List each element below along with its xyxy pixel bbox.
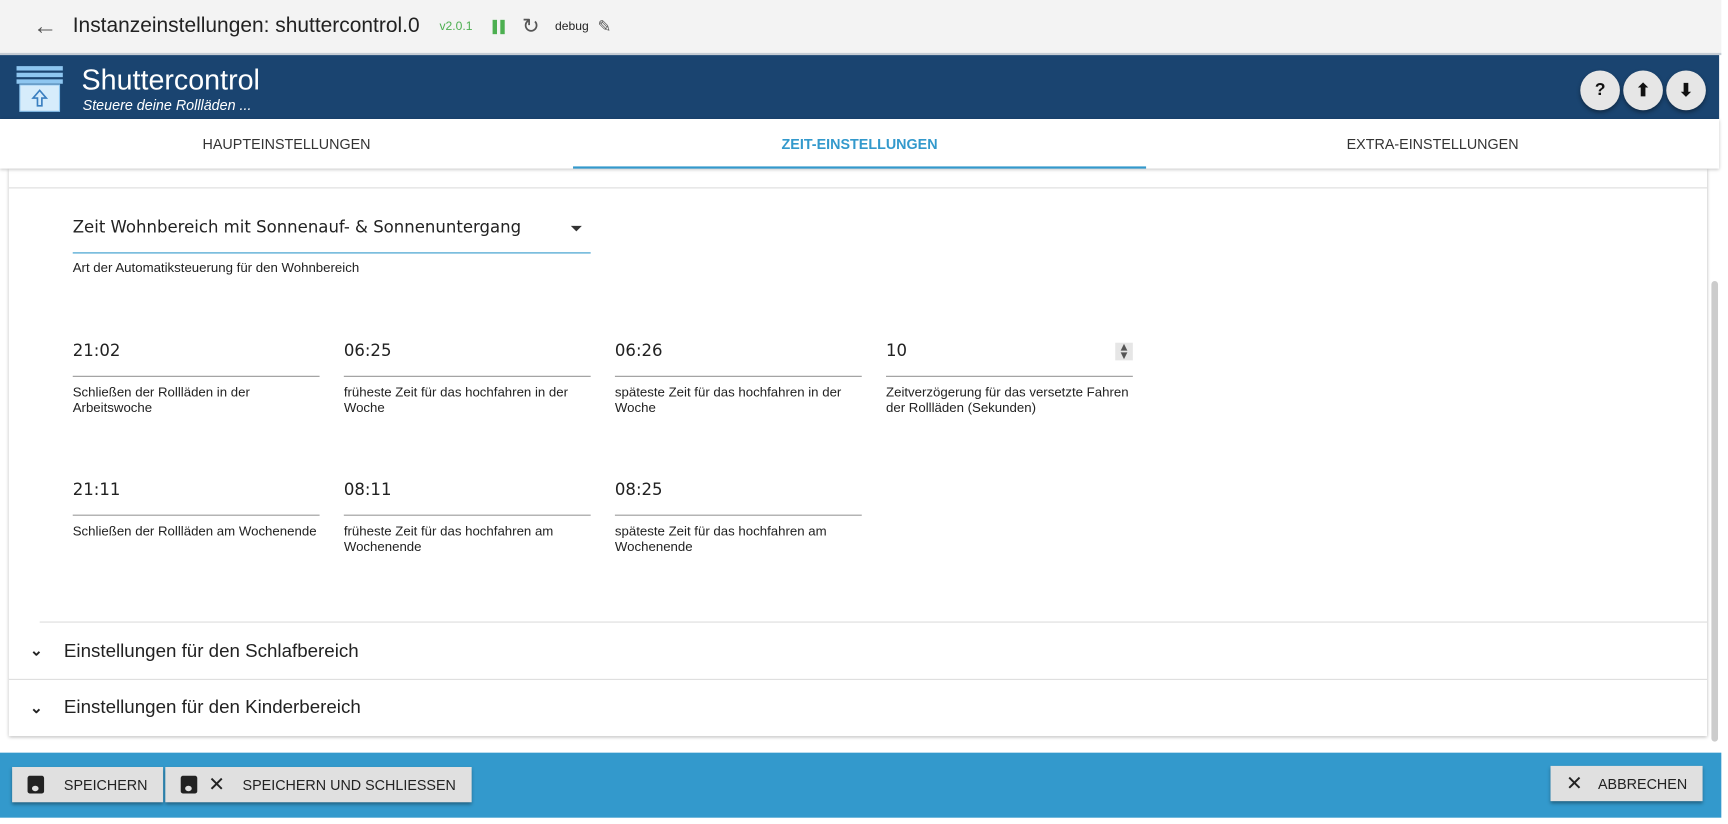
save-label: SPEICHERN xyxy=(63,776,148,793)
delay-seconds-help: Zeitverzögerung für das versetzte Fahren… xyxy=(886,384,1129,416)
adapter-header: Shuttercontrol Steuere deine Rollläden .… xyxy=(0,55,1720,120)
dropdown-caret-icon xyxy=(570,225,582,232)
download-button[interactable]: ⬇ xyxy=(1666,70,1706,111)
adapter-name: Shuttercontrol xyxy=(81,62,260,96)
living-mode-value: Zeit Wohnbereich mit Sonnenauf- & Sonnen… xyxy=(72,217,522,237)
close-weekend-input[interactable]: 21:11 xyxy=(72,479,320,516)
version-label: v2.0.1 xyxy=(439,19,473,34)
chevron-down-icon: ⌄ xyxy=(29,698,43,716)
section-kinderbereich[interactable]: ⌄ Einstellungen für den Kinderbereich xyxy=(8,678,1707,735)
close-icon: ✕ xyxy=(208,773,225,796)
close-weekend-help: Schließen der Rollläden am Wochenende xyxy=(72,523,317,539)
close-icon: ✕ xyxy=(1565,771,1583,794)
scrollbar[interactable] xyxy=(1711,281,1719,742)
save-disk-icon xyxy=(27,775,45,794)
field-value: 08:11 xyxy=(343,479,392,500)
instance-topbar: ← Instanzeinstellungen: shuttercontrol.0… xyxy=(0,0,1722,56)
save-and-close-button[interactable]: ✕ SPEICHERN UND SCHLIESSEN xyxy=(165,766,472,803)
section-label: Einstellungen für den Schlafbereich xyxy=(63,639,359,661)
shutter-logo-icon xyxy=(16,66,63,112)
save-close-label: SPEICHERN UND SCHLIESSEN xyxy=(242,776,456,793)
earliest-up-weekend-input[interactable]: 08:11 xyxy=(343,479,591,516)
log-level: debug xyxy=(555,19,589,34)
save-disk-icon xyxy=(180,775,198,794)
field-value: 21:02 xyxy=(72,340,121,361)
save-button[interactable]: SPEICHERN xyxy=(12,766,163,803)
settings-panel: Zeit Wohnbereich mit Sonnenauf- & Sonnen… xyxy=(8,168,1707,737)
tab-zeit-einstellungen[interactable]: ZEIT-EINSTELLUNGEN xyxy=(573,119,1147,169)
cancel-label: ABBRECHEN xyxy=(1598,775,1688,792)
latest-up-weekday-input[interactable]: 06:26 xyxy=(614,340,862,377)
upload-icon: ⬆ xyxy=(1635,81,1651,101)
field-value: 06:26 xyxy=(614,340,663,361)
download-icon: ⬇ xyxy=(1678,81,1694,101)
delay-seconds-input[interactable]: 10 ▲ ▼ xyxy=(886,341,1133,377)
edit-pencil-icon[interactable]: ✎ xyxy=(598,17,612,37)
latest-up-weekend-input[interactable]: 08:25 xyxy=(614,479,862,516)
footer-bar: SPEICHERN ✕ SPEICHERN UND SCHLIESSEN ✕ A… xyxy=(0,752,1722,818)
cancel-button[interactable]: ✕ ABBRECHEN xyxy=(1550,765,1703,802)
upload-button[interactable]: ⬆ xyxy=(1623,70,1663,111)
chevron-down-icon: ⌄ xyxy=(29,641,43,659)
section-schlafbereich[interactable]: ⌄ Einstellungen für den Schlafbereich xyxy=(9,623,1707,679)
close-weekday-help: Schließen der Rollläden in der Arbeitswo… xyxy=(72,384,250,416)
pause-icon[interactable] xyxy=(492,19,505,34)
field-value: 10 xyxy=(886,340,908,361)
earliest-up-weekday-help: früheste Zeit für das hochfahren in der … xyxy=(343,384,569,416)
field-value: 06:25 xyxy=(343,340,392,361)
field-value: 08:25 xyxy=(614,479,663,500)
section-label: Einstellungen für den Kinderbereich xyxy=(63,696,361,718)
earliest-up-weekend-help: früheste Zeit für das hochfahren am Woch… xyxy=(343,523,554,555)
close-weekday-input[interactable]: 21:02 xyxy=(72,340,320,377)
page-title: Instanzeinstellungen: shuttercontrol.0 xyxy=(72,14,420,38)
adapter-subtitle: Steuere deine Rollläden ... xyxy=(82,96,252,114)
back-arrow-icon[interactable]: ← xyxy=(33,12,73,41)
help-button[interactable]: ? xyxy=(1580,70,1620,111)
field-value: 21:11 xyxy=(72,479,121,500)
tab-haupteinstellungen[interactable]: HAUPTEINSTELLUNGEN xyxy=(0,119,573,169)
tab-bar: HAUPTEINSTELLUNGEN ZEIT-EINSTELLUNGEN EX… xyxy=(0,119,1720,169)
tab-extra-einstellungen[interactable]: EXTRA-EINSTELLUNGEN xyxy=(1146,119,1719,169)
number-spinner-icon[interactable]: ▲ ▼ xyxy=(1115,342,1133,361)
help-icon: ? xyxy=(1594,80,1606,100)
latest-up-weekday-help: späteste Zeit für das hochfahren in der … xyxy=(614,384,842,416)
living-mode-help: Art der Automatiksteuerung für den Wohnb… xyxy=(72,260,360,276)
earliest-up-weekday-input[interactable]: 06:25 xyxy=(343,340,591,377)
living-mode-select[interactable]: Zeit Wohnbereich mit Sonnenauf- & Sonnen… xyxy=(72,217,591,254)
latest-up-weekend-help: späteste Zeit für das hochfahren am Woch… xyxy=(614,523,827,555)
reload-icon[interactable]: ↻ xyxy=(522,14,540,39)
